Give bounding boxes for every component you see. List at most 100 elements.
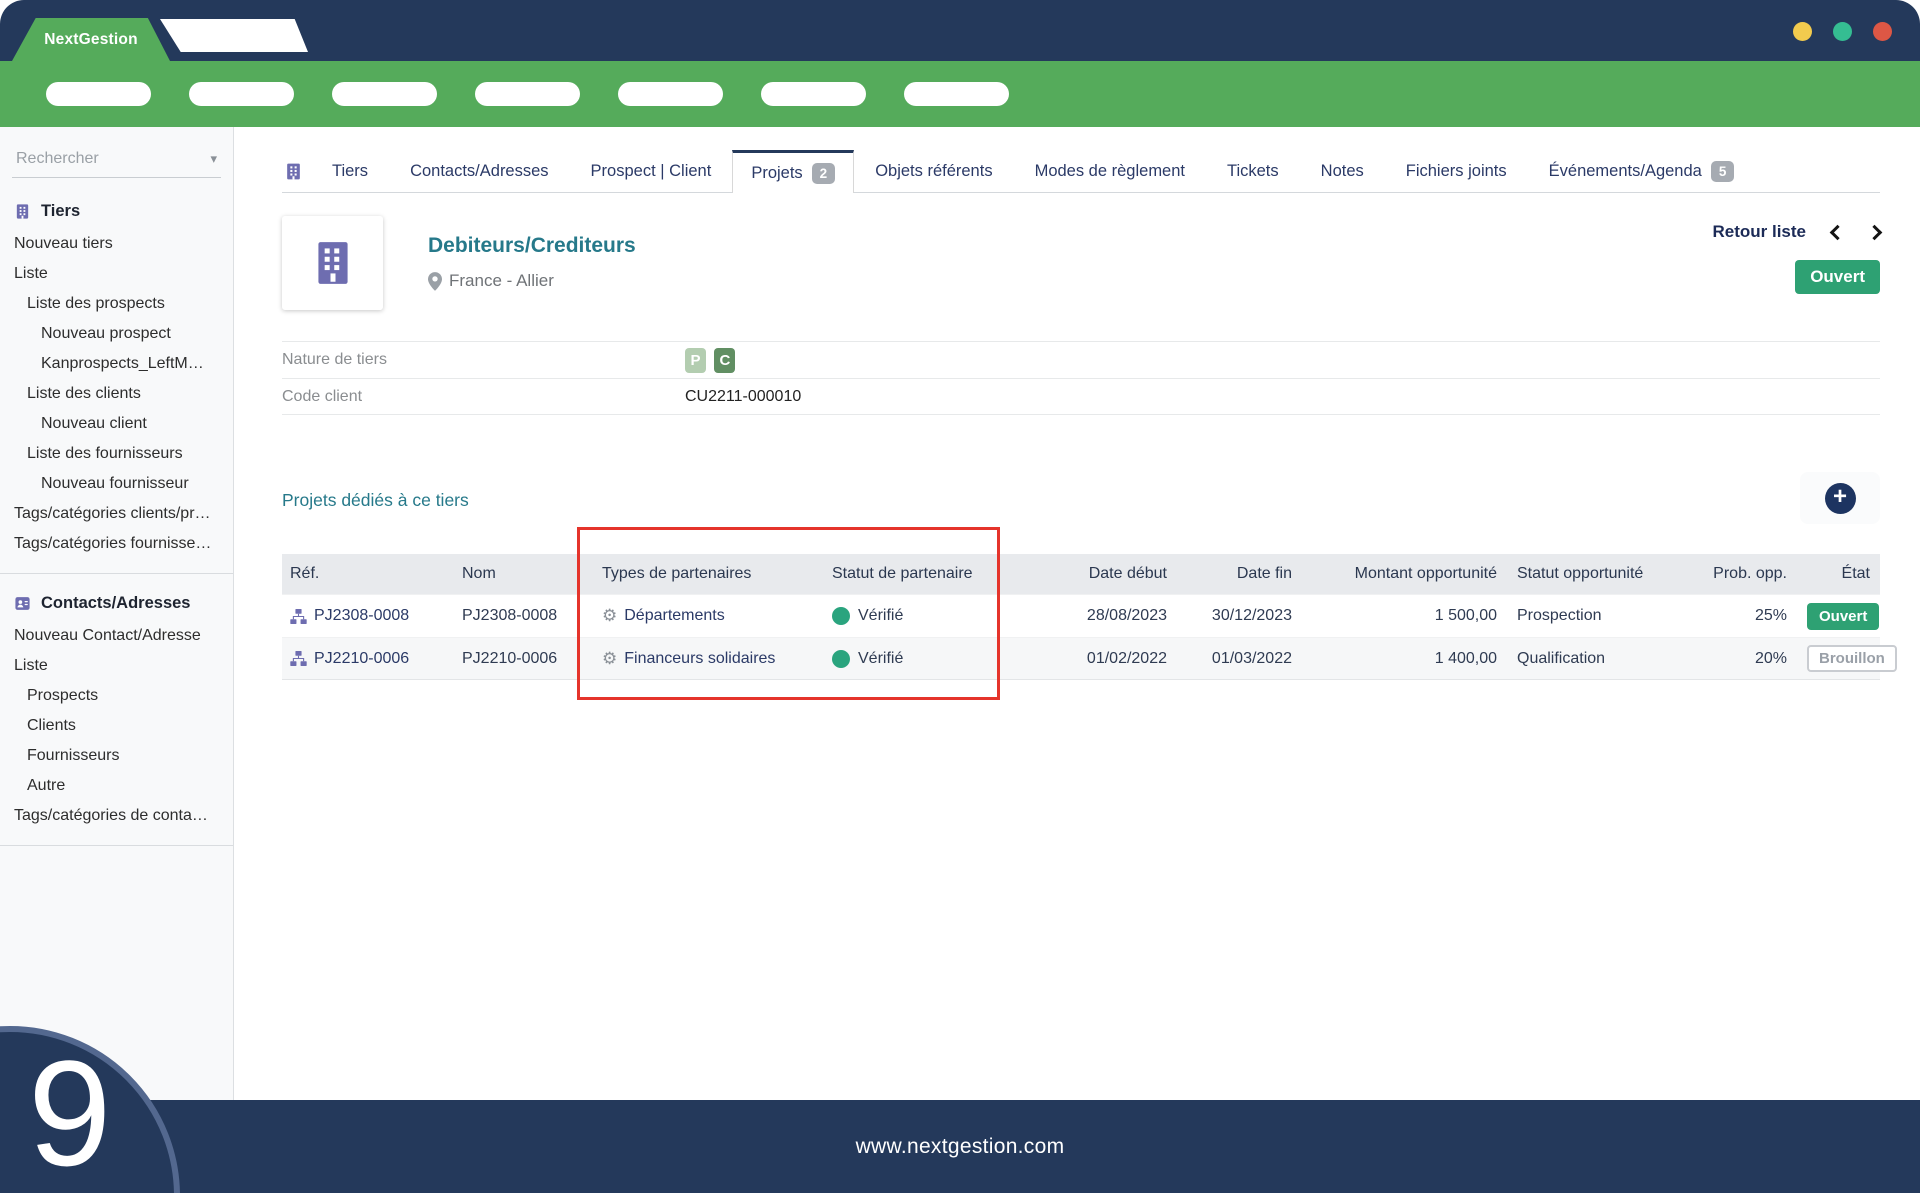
- projects-table: Réf. Nom Types de partenaires Statut de …: [282, 554, 1880, 680]
- sidebar-item-liste-fournisseurs[interactable]: Liste des fournisseurs: [0, 439, 233, 469]
- sidebar-section-title: Contacts/Adresses: [41, 594, 190, 613]
- sidebar-item-nouveau-prospect[interactable]: Nouveau prospect: [0, 319, 233, 349]
- brand-name: NextGestion: [44, 31, 138, 49]
- contact-card-icon: [14, 595, 31, 612]
- tab-agenda-count-badge: 5: [1711, 161, 1735, 182]
- tab-evenements-agenda[interactable]: Événements/Agenda 5: [1528, 150, 1756, 192]
- sidebar-item-tags-contacts[interactable]: Tags/catégories de conta…: [0, 801, 233, 831]
- sidebar-item-kanprospects[interactable]: Kanprospects_LeftM…: [0, 349, 233, 379]
- statut-opportunite: Prospection: [1507, 595, 1682, 637]
- tab-projets-count-badge: 2: [812, 163, 836, 184]
- table-row: PJ2308-0008 PJ2308-0008 ⚙ Départements V…: [282, 594, 1880, 637]
- code-client-value: CU2211-000010: [685, 388, 801, 406]
- brand-logo: NextGestion: [12, 18, 170, 61]
- sidebar-item-nouveau-client[interactable]: Nouveau client: [0, 409, 233, 439]
- app-root: NextGestion ▾: [0, 0, 1920, 1193]
- sidebar-item-prospects[interactable]: Prospects: [0, 681, 233, 711]
- company-logo-card: [282, 216, 383, 310]
- tab-tiers[interactable]: Tiers: [311, 150, 389, 192]
- etat-badge: Ouvert: [1807, 603, 1879, 630]
- sidebar-item-nouveau-contact[interactable]: Nouveau Contact/Adresse: [0, 621, 233, 651]
- sidebar-item-tags-fournisseurs[interactable]: Tags/catégories fournisse…: [0, 529, 233, 559]
- sidebar-section-tiers-header[interactable]: Tiers: [0, 194, 233, 229]
- tab-objets-referents[interactable]: Objets référents: [854, 150, 1013, 192]
- etat-badge: Brouillon: [1807, 645, 1897, 672]
- status-dot-icon: [832, 607, 850, 625]
- main-content: Tiers Contacts/Adresses Prospect | Clien…: [235, 127, 1920, 1100]
- menu-pills: [46, 82, 1009, 106]
- projects-section-header: Projets dédiés à ce tiers +: [282, 472, 1880, 524]
- project-sitemap-icon: [290, 651, 307, 666]
- sidebar-search[interactable]: ▾: [12, 143, 221, 178]
- statut-opportunite: Qualification: [1507, 638, 1682, 679]
- sidebar-item-liste-prospects[interactable]: Liste des prospects: [0, 289, 233, 319]
- date-fin: 30/12/2023: [1177, 595, 1302, 637]
- page-title: Debiteurs/Crediteurs: [428, 234, 636, 258]
- map-pin-icon: [428, 272, 442, 291]
- nature-prospect-badge: P: [685, 348, 706, 373]
- logo-accent-shape: [160, 19, 308, 52]
- plus-icon: +: [1825, 483, 1856, 514]
- sidebar-item-nouveau-tiers[interactable]: Nouveau tiers: [0, 229, 233, 259]
- record-status-badge: Ouvert: [1795, 260, 1880, 294]
- project-name: PJ2308-0008: [452, 595, 592, 637]
- sidebar-divider: [0, 573, 233, 574]
- menu-pill[interactable]: [475, 82, 580, 106]
- record-fields: Nature de tiers P C Code client CU2211-0…: [282, 341, 1880, 415]
- project-name: PJ2210-0006: [452, 638, 592, 679]
- building-icon: [282, 150, 311, 192]
- sidebar-item-liste-clients[interactable]: Liste des clients: [0, 379, 233, 409]
- tab-contacts-adresses[interactable]: Contacts/Adresses: [389, 150, 569, 192]
- prob-opp: 25%: [1682, 595, 1797, 637]
- sidebar-section-title: Tiers: [41, 202, 80, 221]
- back-to-list-link[interactable]: Retour liste: [1712, 222, 1806, 242]
- menu-pill[interactable]: [332, 82, 437, 106]
- record-banner: Debiteurs/Crediteurs France - Allier Ret…: [282, 216, 1880, 311]
- sidebar-item-tags-clients[interactable]: Tags/catégories clients/pr…: [0, 499, 233, 529]
- project-link[interactable]: PJ2308-0008: [290, 607, 409, 625]
- search-input[interactable]: [14, 149, 184, 169]
- partner-status-cell: Vérifié: [822, 638, 1057, 679]
- date-fin: 01/03/2022: [1177, 638, 1302, 679]
- sidebar-item-fournisseurs[interactable]: Fournisseurs: [0, 741, 233, 771]
- sidebar-section-contacts: Contacts/Adresses Nouveau Contact/Adress…: [0, 576, 233, 835]
- date-debut: 01/02/2022: [1057, 638, 1177, 679]
- tab-prospect-client[interactable]: Prospect | Client: [570, 150, 733, 192]
- menu-pill[interactable]: [904, 82, 1009, 106]
- page-number: 9: [28, 1038, 111, 1188]
- sidebar-item-liste-contacts[interactable]: Liste: [0, 651, 233, 681]
- project-link[interactable]: PJ2210-0006: [290, 650, 409, 668]
- partner-type-link[interactable]: ⚙ Financeurs solidaires: [602, 649, 775, 669]
- project-sitemap-icon: [290, 609, 307, 624]
- sidebar-item-clients[interactable]: Clients: [0, 711, 233, 741]
- tabs-row: Tiers Contacts/Adresses Prospect | Clien…: [282, 150, 1880, 193]
- projects-section-title: Projets dédiés à ce tiers: [282, 490, 469, 511]
- tab-fichiers-joints[interactable]: Fichiers joints: [1385, 150, 1528, 192]
- montant-opportunite: 1 400,00: [1302, 638, 1507, 679]
- sidebar-section-tiers: Tiers Nouveau tiers Liste Liste des pros…: [0, 184, 233, 563]
- previous-record-icon[interactable]: [1830, 224, 1846, 240]
- menu-pill[interactable]: [46, 82, 151, 106]
- tab-modes-reglement[interactable]: Modes de règlement: [1014, 150, 1206, 192]
- menu-pill[interactable]: [761, 82, 866, 106]
- building-icon: [308, 238, 358, 288]
- tab-notes[interactable]: Notes: [1300, 150, 1385, 192]
- window-dot-red: [1873, 22, 1892, 41]
- menu-pill[interactable]: [618, 82, 723, 106]
- sidebar-section-contacts-header[interactable]: Contacts/Adresses: [0, 586, 233, 621]
- status-dot-icon: [832, 650, 850, 668]
- sidebar-item-nouveau-fournisseur[interactable]: Nouveau fournisseur: [0, 469, 233, 499]
- chevron-down-icon[interactable]: ▾: [210, 151, 217, 167]
- sidebar-divider: [0, 845, 233, 846]
- add-project-button[interactable]: +: [1800, 472, 1880, 524]
- sidebar-item-liste-tiers[interactable]: Liste: [0, 259, 233, 289]
- next-record-icon[interactable]: [1867, 224, 1883, 240]
- partner-type-link[interactable]: ⚙ Départements: [602, 606, 725, 626]
- building-icon: [14, 203, 31, 220]
- tab-projets[interactable]: Projets 2: [732, 150, 854, 193]
- menu-pill[interactable]: [189, 82, 294, 106]
- sidebar-item-autre[interactable]: Autre: [0, 771, 233, 801]
- tab-tickets[interactable]: Tickets: [1206, 150, 1300, 192]
- window-dots: [1793, 22, 1892, 41]
- prob-opp: 20%: [1682, 638, 1797, 679]
